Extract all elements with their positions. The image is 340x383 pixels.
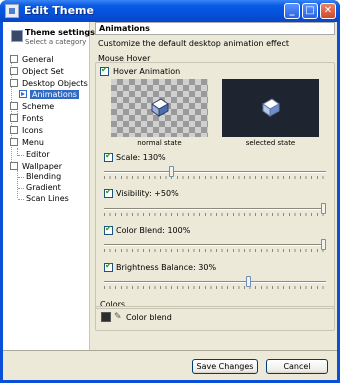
cancel-button[interactable]: Cancel — [266, 359, 328, 374]
color-blend-label: Color blend — [126, 313, 172, 322]
page-icon — [10, 79, 18, 87]
selected-state-preview — [222, 79, 319, 137]
visibility-checkbox[interactable] — [104, 187, 113, 198]
sidebar-header: Theme settings Select a category — [11, 28, 95, 48]
hover-animation-checkbox[interactable] — [100, 65, 109, 76]
arrow-icon — [19, 90, 27, 98]
edit-theme-window: Edit Theme _ □ ✕ Theme settings Select a… — [0, 0, 340, 383]
page-description: Customize the default desktop animation … — [98, 39, 289, 48]
theme-app-icon — [5, 4, 19, 18]
sidebar-item-scan-lines[interactable]: Scan Lines — [26, 193, 69, 205]
sidebar-item-general[interactable]: General — [10, 54, 54, 66]
page-title: Animations — [95, 22, 335, 35]
category-sidebar: Theme settings Select a category General… — [3, 22, 95, 350]
tree-guide-line — [17, 170, 18, 198]
page-icon — [10, 162, 18, 170]
normal-state-caption: normal state — [137, 139, 182, 147]
visibility-slider[interactable] — [104, 201, 326, 216]
sidebar-item-object-set[interactable]: Object Set — [10, 66, 64, 78]
scale-checkbox[interactable] — [104, 151, 113, 162]
selected-state-caption: selected state — [245, 139, 296, 147]
color-blend-slider[interactable] — [104, 237, 326, 252]
brightness-balance-slider[interactable] — [104, 274, 326, 289]
brightness-balance-label: Brightness Balance: 30% — [116, 263, 217, 272]
tree-guide-line — [18, 177, 24, 178]
minimize-button[interactable]: _ — [284, 3, 300, 19]
sidebar-subheading: Select a category — [25, 38, 87, 46]
slider-track — [104, 244, 326, 246]
visibility-label: Visibility: +50% — [116, 189, 179, 198]
slider-ticks — [104, 213, 326, 216]
slider-ticks — [104, 176, 326, 179]
normal-state-preview — [111, 79, 208, 137]
slider-thumb[interactable] — [321, 239, 326, 250]
slider-thumb[interactable] — [246, 276, 252, 287]
slider-thumb[interactable] — [168, 166, 174, 177]
scale-slider[interactable] — [104, 164, 326, 179]
slider-ticks — [104, 249, 326, 252]
scale-label: Scale: 130% — [116, 153, 166, 162]
page-icon — [10, 114, 18, 122]
slider-ticks — [104, 286, 326, 289]
brightness-balance-checkbox[interactable] — [104, 261, 113, 272]
tree-guide-line — [18, 188, 24, 189]
slider-thumb[interactable] — [321, 203, 326, 214]
save-changes-button[interactable]: Save Changes — [192, 359, 258, 374]
sidebar-item-editor[interactable]: Editor — [26, 149, 50, 161]
sidebar-heading: Theme settings — [25, 28, 95, 37]
page-icon — [10, 102, 18, 110]
page-icon — [10, 126, 18, 134]
page-icon — [10, 138, 18, 146]
slider-track — [104, 171, 326, 173]
slider-track — [104, 208, 326, 210]
hover-animation-label: Hover Animation — [113, 67, 181, 76]
maximize-button[interactable]: □ — [302, 3, 318, 19]
sidebar-item-icons[interactable]: Icons — [10, 125, 43, 137]
tree-guide-line — [18, 155, 24, 156]
color-blend-checkbox[interactable] — [104, 224, 113, 235]
sidebar-item-fonts[interactable]: Fonts — [10, 113, 44, 125]
title-bar[interactable]: Edit Theme _ □ ✕ — [0, 0, 340, 22]
theme-settings-icon — [11, 30, 23, 42]
color-blend-swatch[interactable] — [101, 312, 111, 322]
page-icon — [10, 67, 18, 75]
close-button[interactable]: ✕ — [320, 3, 336, 19]
dialog-client-area: Theme settings Select a category General… — [3, 22, 337, 380]
slider-track — [104, 281, 326, 283]
sidebar-item-animations[interactable]: Animations — [19, 89, 79, 101]
color-blend-slider-label: Color Blend: 100% — [116, 226, 191, 235]
sidebar-item-scheme[interactable]: Scheme — [10, 101, 54, 113]
pen-icon[interactable]: ✎ — [114, 312, 122, 322]
object-preview-icon — [262, 98, 280, 117]
window-title: Edit Theme — [24, 4, 94, 17]
sidebar-item-menu[interactable]: Menu — [10, 137, 44, 149]
page-icon — [10, 55, 18, 63]
tree-guide-line — [18, 199, 24, 200]
footer-separator — [3, 350, 337, 351]
object-preview-icon — [151, 98, 169, 117]
